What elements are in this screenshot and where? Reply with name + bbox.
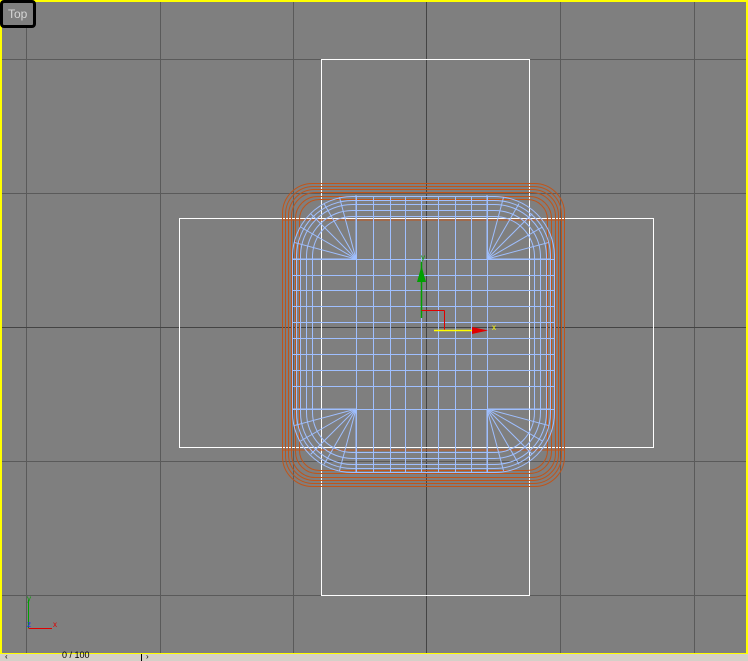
viewport-label[interactable]: Top <box>0 0 36 28</box>
gizmo-x-label: x <box>492 323 496 332</box>
mesh-fan-line <box>486 241 549 260</box>
divider <box>141 654 142 661</box>
top-viewport[interactable]: y x y x z Top ‹ 0 / 100 › <box>0 0 748 661</box>
mesh-ring <box>292 196 555 473</box>
axis-x-label: x <box>53 620 57 629</box>
gizmo-y-label: y <box>421 253 425 262</box>
blue-mesh-wireframe[interactable] <box>292 195 555 473</box>
viewport-scene[interactable]: y x y x z <box>0 0 748 661</box>
axis-y-label: y <box>27 594 31 603</box>
viewport-label-text: Top <box>8 7 28 21</box>
arrow-right-icon[interactable]: › <box>146 652 149 661</box>
mesh-ring <box>300 204 547 465</box>
arrow-left-icon[interactable]: ‹ <box>5 652 8 661</box>
frame-counter: 0 / 100 <box>62 650 90 660</box>
mesh-fan-line <box>486 197 505 260</box>
mesh-ring <box>306 210 541 459</box>
world-axis-tripod: y x z <box>27 594 57 629</box>
mesh-fan-line <box>294 408 357 427</box>
object-pivot-gizmo[interactable]: y x <box>417 253 496 334</box>
mesh-fan-line <box>294 241 357 260</box>
mesh-ring <box>296 200 551 469</box>
mesh-fan-line <box>338 197 357 260</box>
axis-z-label: z <box>27 620 31 629</box>
horizontal-plane[interactable] <box>179 218 654 448</box>
time-slider-bar[interactable]: ‹ 0 / 100 › <box>0 650 748 661</box>
mesh-fan-line <box>486 408 549 427</box>
